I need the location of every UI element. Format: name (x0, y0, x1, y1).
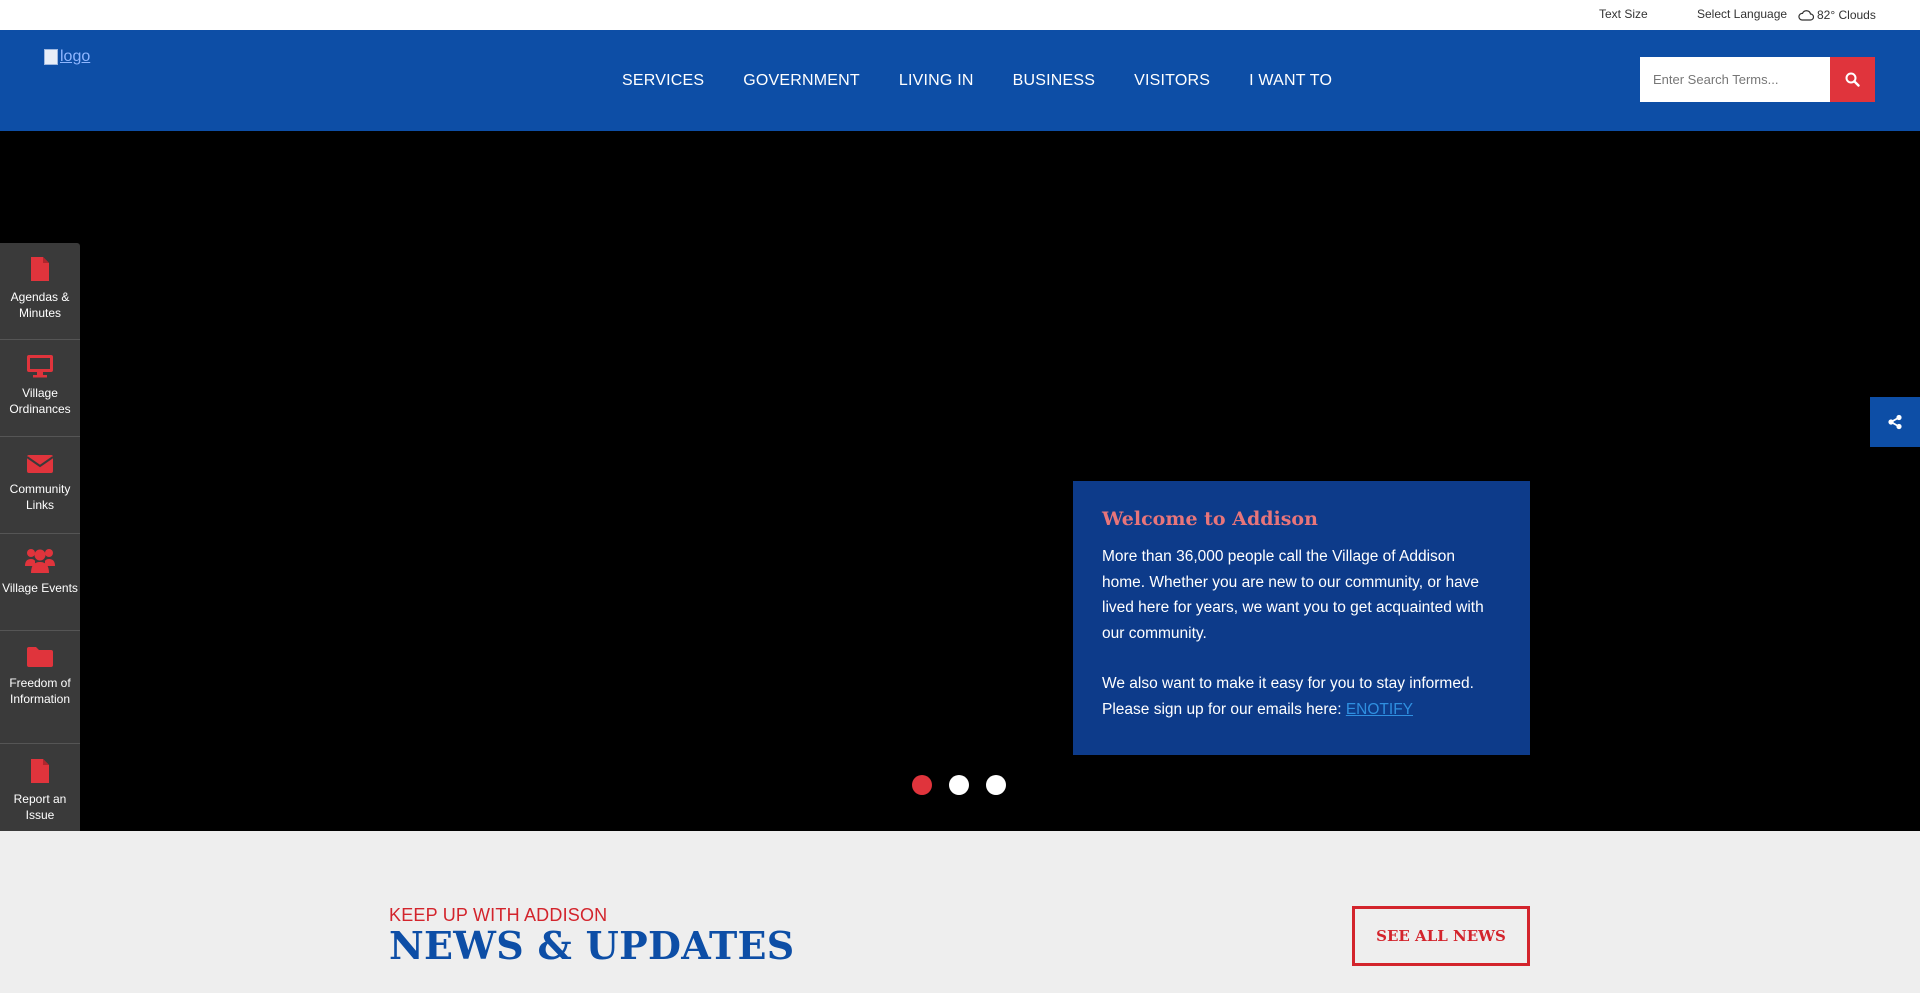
utility-bar: Text Size Select Language 82° Clouds (0, 0, 1920, 30)
folder-icon (27, 647, 53, 667)
nav-visitors[interactable]: VISITORS (1134, 72, 1210, 90)
language-selector[interactable]: Select Language (1697, 0, 1787, 30)
sidebar-item-community-links[interactable]: Community Links (0, 437, 80, 534)
sidebar-item-label: Community Links (9, 482, 71, 512)
slider-dot-1[interactable] (912, 775, 932, 795)
nav-business[interactable]: BUSINESS (1013, 72, 1096, 90)
welcome-paragraph-2-text: We also want to make it easy for you to … (1102, 675, 1474, 718)
nav-services[interactable]: SERVICES (622, 72, 704, 90)
news-section: KEEP UP WITH ADDISON NEWS & UPDATES SEE … (0, 831, 1920, 993)
sidebar-item-label: Report an Issue (13, 792, 67, 822)
weather-widget: 82° Clouds (1798, 0, 1876, 30)
quick-links-sidebar: Agendas & Minutes Village Ordinances Com… (0, 243, 80, 841)
news-title: NEWS & UPDATES (389, 923, 795, 968)
slider-dot-3[interactable] (986, 775, 1006, 795)
cloud-icon (1798, 9, 1814, 21)
text-size-control[interactable]: Text Size (1599, 0, 1648, 30)
file-icon (31, 257, 49, 281)
slider-dot-2[interactable] (949, 775, 969, 795)
nav-i-want-to[interactable]: I WANT TO (1249, 72, 1332, 90)
sidebar-item-freedom-of-information[interactable]: Freedom of Information (0, 631, 80, 744)
broken-image-icon (44, 49, 58, 65)
search-icon (1845, 72, 1860, 87)
welcome-paragraph-2: We also want to make it easy for you to … (1102, 671, 1501, 722)
sidebar-item-village-ordinances[interactable]: Village Ordinances (0, 340, 80, 437)
search-button[interactable] (1830, 57, 1875, 102)
enotify-link[interactable]: ENOTIFY (1346, 701, 1413, 718)
sidebar-item-label: Agendas & Minutes (10, 290, 70, 320)
search-input[interactable] (1640, 57, 1830, 102)
welcome-paragraph-1: More than 36,000 people call the Village… (1102, 548, 1484, 642)
sidebar-item-report-an-issue[interactable]: Report an Issue (0, 744, 80, 841)
sidebar-item-agendas-minutes[interactable]: Agendas & Minutes (0, 243, 80, 340)
see-all-news-button[interactable]: SEE ALL NEWS (1352, 906, 1530, 966)
welcome-panel: Welcome to Addison More than 36,000 peop… (1073, 481, 1530, 755)
weather-text: 82° Clouds (1817, 8, 1876, 22)
hero-slider (0, 131, 1920, 831)
users-icon (25, 549, 55, 573)
share-button[interactable] (1870, 397, 1920, 447)
welcome-title: Welcome to Addison (1102, 508, 1318, 530)
file-icon (31, 759, 49, 783)
nav-government[interactable]: GOVERNMENT (743, 72, 860, 90)
site-logo[interactable]: logo (44, 48, 90, 66)
envelope-icon (26, 455, 54, 473)
sidebar-item-label: Village Ordinances (9, 386, 71, 416)
slider-dots (912, 775, 1006, 795)
site-header: logo SERVICES GOVERNMENT LIVING IN BUSIN… (0, 30, 1920, 131)
sidebar-item-label: Village Events (2, 581, 78, 595)
logo-alt-text: logo (60, 48, 91, 65)
sidebar-item-village-events[interactable]: Village Events (0, 534, 80, 631)
share-icon (1888, 414, 1902, 430)
desktop-icon (27, 355, 53, 378)
main-nav: SERVICES GOVERNMENT LIVING IN BUSINESS V… (622, 30, 1371, 131)
search-form (1640, 57, 1875, 102)
nav-living-in[interactable]: LIVING IN (899, 72, 974, 90)
sidebar-item-label: Freedom of Information (9, 676, 71, 706)
